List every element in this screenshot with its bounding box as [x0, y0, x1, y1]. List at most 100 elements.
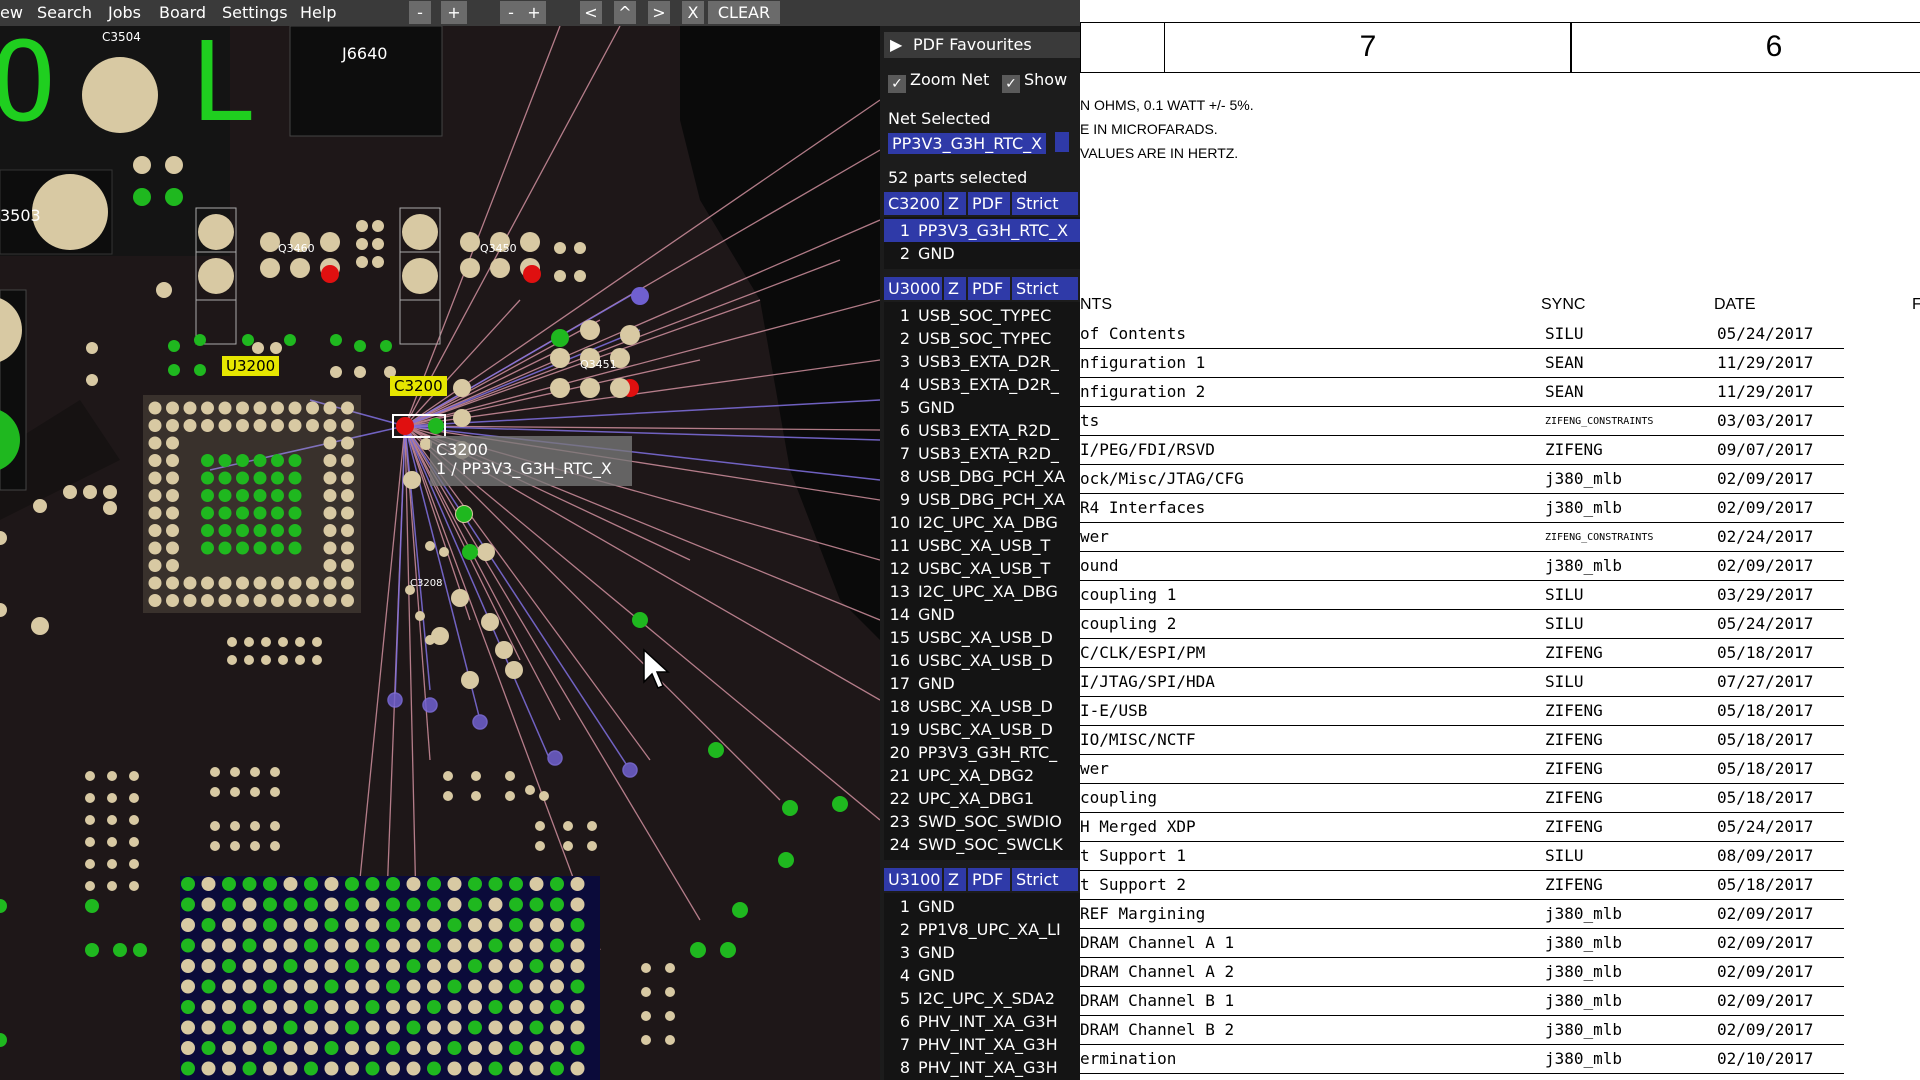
pin-row[interactable]: 20 PP3V3_G3H_RTC_ [884, 741, 1080, 764]
pan-left-button[interactable]: < [580, 1, 602, 24]
pan-up-button[interactable]: ^ [614, 1, 636, 24]
board-canvas[interactable]: O L [0, 26, 880, 1080]
zoom-net-toggle[interactable]: ✓ Zoom Net [888, 70, 989, 93]
pdf-part-button[interactable]: PDF [968, 868, 1012, 891]
table-row[interactable]: IO/MISC/NCTF ZIFENG 05/18/2017 [1080, 726, 1844, 755]
pin-row[interactable]: 14 GND [884, 603, 1080, 626]
pin-row[interactable]: 5 I2C_UPC_X_SDA2 [884, 987, 1080, 1010]
pin-row[interactable]: 4 GND [884, 964, 1080, 987]
table-row[interactable]: nfiguration 1 SEAN 11/29/2017 [1080, 349, 1844, 378]
zoom-part-button[interactable]: Z [944, 192, 968, 215]
pin-row[interactable]: 23 SWD_SOC_SWDIO [884, 810, 1080, 833]
pin-row[interactable]: 6 PHV_INT_XA_G3H [884, 1010, 1080, 1033]
pin-row[interactable]: 2 USB_SOC_TYPEC [884, 327, 1080, 350]
pin-row[interactable]: 11 USBC_XA_USB_T [884, 534, 1080, 557]
part-name-button[interactable]: C3200 [884, 192, 944, 215]
part-name-button[interactable]: U3000 [884, 277, 944, 300]
zoom-in-button[interactable]: + [441, 1, 467, 24]
zoom-out-button[interactable]: - [409, 1, 431, 24]
pin-row[interactable]: 1 GND [884, 895, 1080, 918]
pdf-part-button[interactable]: PDF [968, 192, 1012, 215]
table-row[interactable]: coupling 2 SILU 05/24/2017 [1080, 610, 1844, 639]
pdf-favourites-bar[interactable]: ▶ PDF Favourites [884, 32, 1080, 58]
part-name-button[interactable]: U3100 [884, 868, 944, 891]
pin-row[interactable]: 17 GND [884, 672, 1080, 695]
menu-settings[interactable]: Settings [222, 3, 288, 22]
table-row[interactable]: I/PEG/FDI/RSVD ZIFENG 09/07/2017 [1080, 436, 1844, 465]
pin-row[interactable]: 18 USBC_XA_USB_D [884, 695, 1080, 718]
table-row[interactable]: ermination j380_mlb 02/10/2017 [1080, 1045, 1844, 1074]
pin-row[interactable]: 12 USBC_XA_USB_T [884, 557, 1080, 580]
table-row[interactable]: C/CLK/ESPI/PM ZIFENG 05/18/2017 [1080, 639, 1844, 668]
table-row[interactable]: I-E/USB ZIFENG 05/18/2017 [1080, 697, 1844, 726]
pin-row[interactable]: 7 USB3_EXTA_R2D_ [884, 442, 1080, 465]
expand-triangle-icon[interactable]: ▶ [890, 35, 902, 54]
table-row[interactable]: of Contents SILU 05/24/2017 [1080, 320, 1844, 349]
zoom-part-button[interactable]: Z [944, 868, 968, 891]
table-row[interactable]: t Support 1 SILU 08/09/2017 [1080, 842, 1844, 871]
pan-right-button[interactable]: > [648, 1, 670, 24]
checkmark-icon[interactable]: ✓ [888, 75, 906, 93]
pin-row[interactable]: 16 USBC_XA_USB_D [884, 649, 1080, 672]
u3200-label[interactable]: U3200 [222, 356, 280, 376]
table-row[interactable]: DRAM Channel B 1 j380_mlb 02/09/2017 [1080, 987, 1844, 1016]
strict-part-button[interactable]: Strict [1012, 868, 1080, 891]
table-row[interactable]: DRAM Channel A 1 j380_mlb 02/09/2017 [1080, 929, 1844, 958]
close-x-button[interactable]: X [682, 1, 704, 24]
pin-row[interactable]: 1 USB_SOC_TYPEC [884, 304, 1080, 327]
pin-row[interactable]: 5 GND [884, 396, 1080, 419]
pin-row[interactable]: 10 I2C_UPC_XA_DBG [884, 511, 1080, 534]
table-row[interactable]: nfiguration 2 SEAN 11/29/2017 [1080, 378, 1844, 407]
pin-row[interactable]: 13 I2C_UPC_XA_DBG [884, 580, 1080, 603]
pin-row[interactable]: 2 PP1V8_UPC_XA_LI [884, 918, 1080, 941]
pdf-part-button[interactable]: PDF [968, 277, 1012, 300]
pin-row[interactable]: 1 PP3V3_G3H_RTC_X [884, 219, 1080, 242]
zoom-part-button[interactable]: Z [944, 277, 968, 300]
table-row[interactable]: DRAM Channel B 2 j380_mlb 02/09/2017 [1080, 1016, 1844, 1045]
clear-button[interactable]: CLEAR [708, 1, 780, 24]
table-row[interactable]: R4 Interfaces j380_mlb 02/09/2017 [1080, 494, 1844, 523]
menu-board[interactable]: Board [159, 3, 206, 22]
show-toggle[interactable]: ✓ Show [1002, 70, 1067, 93]
board-viewer[interactable]: ew Search Jobs Board Settings Help - + -… [0, 0, 1080, 1080]
schematic-pdf-view[interactable]: 7 6 N OHMS, 0.1 WATT +/- 5%. E IN MICROF… [1080, 0, 1920, 1080]
pin-row[interactable]: 3 GND [884, 941, 1080, 964]
pin-row[interactable]: 22 UPC_XA_DBG1 [884, 787, 1080, 810]
pin-row[interactable]: 2 GND [884, 242, 1080, 265]
pin-row[interactable]: 3 USB3_EXTA_D2R_ [884, 350, 1080, 373]
pin-row[interactable]: 4 USB3_EXTA_D2R_ [884, 373, 1080, 396]
pin-row[interactable]: 19 USBC_XA_USB_D [884, 718, 1080, 741]
c3200-label[interactable]: C3200 [390, 376, 447, 396]
table-row[interactable]: H Merged XDP ZIFENG 05/24/2017 [1080, 813, 1844, 842]
table-row[interactable]: DRAM Channel A 2 j380_mlb 02/09/2017 [1080, 958, 1844, 987]
rotate-plus-button[interactable]: + [522, 1, 546, 24]
pin-row[interactable]: 8 PHV_INT_XA_G3H [884, 1056, 1080, 1079]
table-row[interactable]: wer ZIFENG 05/18/2017 [1080, 755, 1844, 784]
table-row[interactable]: t Support 2 ZIFENG 05/18/2017 [1080, 871, 1844, 900]
table-row[interactable]: ts ZIFENG_CONSTRAINTS 03/03/2017 [1080, 407, 1844, 436]
rotate-minus-button[interactable]: - [500, 1, 522, 24]
menu-jobs[interactable]: Jobs [108, 3, 141, 22]
pin-row[interactable]: 15 USBC_XA_USB_D [884, 626, 1080, 649]
pin-row[interactable]: 7 PHV_INT_XA_G3H [884, 1033, 1080, 1056]
pin-row[interactable]: 9 USB_DBG_PCH_XA [884, 488, 1080, 511]
table-row[interactable]: I/JTAG/SPI/HDA SILU 07/27/2017 [1080, 668, 1844, 697]
menu-search[interactable]: Search [37, 3, 92, 22]
table-row[interactable]: wer ZIFENG_CONSTRAINTS 02/24/2017 [1080, 523, 1844, 552]
table-row[interactable]: ound j380_mlb 02/09/2017 [1080, 552, 1844, 581]
table-row[interactable]: ock/Misc/JTAG/CFG j380_mlb 02/09/2017 [1080, 465, 1844, 494]
net-selected-chip-2[interactable] [1055, 132, 1070, 152]
menu-help[interactable]: Help [300, 3, 336, 22]
pin-row[interactable]: 8 USB_DBG_PCH_XA [884, 465, 1080, 488]
checkmark-icon[interactable]: ✓ [1002, 75, 1020, 93]
pin-row[interactable]: 24 SWD_SOC_SWCLK [884, 833, 1080, 856]
pin-row[interactable]: 21 UPC_XA_DBG2 [884, 764, 1080, 787]
table-row[interactable]: coupling 1 SILU 03/29/2017 [1080, 581, 1844, 610]
table-row[interactable]: REF Margining j380_mlb 02/09/2017 [1080, 900, 1844, 929]
table-row[interactable]: coupling ZIFENG 05/18/2017 [1080, 784, 1844, 813]
pin-row[interactable]: 6 USB3_EXTA_R2D_ [884, 419, 1080, 442]
net-selected-chip[interactable]: PP3V3_G3H_RTC_X [888, 133, 1047, 154]
strict-part-button[interactable]: Strict [1012, 192, 1080, 215]
strict-part-button[interactable]: Strict [1012, 277, 1080, 300]
menu-view[interactable]: ew [0, 3, 23, 22]
